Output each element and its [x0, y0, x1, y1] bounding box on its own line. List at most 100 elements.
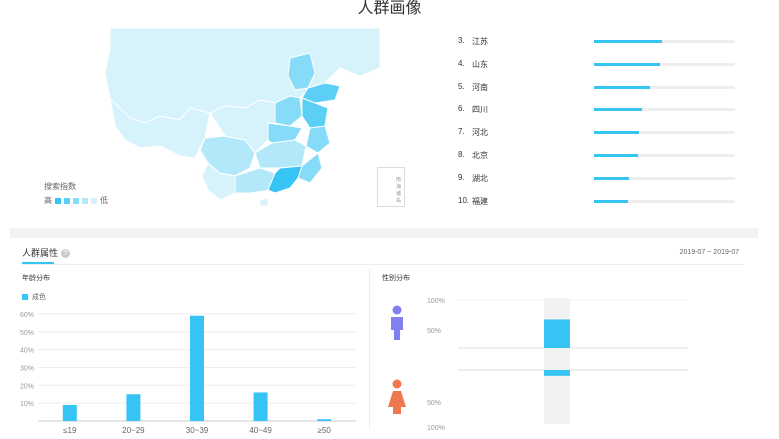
age-bar	[253, 392, 268, 421]
ranking-track	[594, 131, 735, 135]
age-bar	[317, 419, 332, 421]
attributes-tab[interactable]: 人群属性?	[22, 246, 71, 259]
y-tick-label: 50%	[427, 328, 441, 335]
female-icon	[388, 379, 406, 414]
gender-bar-chart: 100% 50% 50% 100%	[388, 298, 688, 432]
y-tick-label: 100%	[427, 298, 445, 305]
ranking-track	[594, 154, 735, 157]
male-bar	[544, 319, 570, 348]
ranking-number: 6.	[458, 104, 465, 114]
x-tick-label: 30~39	[186, 426, 209, 435]
ranking-row[interactable]: 7. 河北	[458, 125, 748, 139]
map-hainan	[259, 197, 269, 207]
map-hubei	[267, 122, 303, 144]
male-icon-body	[391, 317, 403, 340]
legend-title: 搜索指数	[44, 182, 76, 191]
region-panel: 搜索指数 高 低 南海 诸岛 3. 江苏 4. 山东 5. 河南 6. 四川 7. 河北 8. 北京 9…	[10, 28, 758, 228]
gender-section-title: 性别分布	[382, 275, 410, 282]
ranking-bar	[594, 176, 630, 180]
ranking-track	[594, 199, 735, 203]
ranking-number: 4.	[458, 58, 465, 68]
ranking-number: 10.	[458, 195, 470, 205]
ranking-province: 江苏	[472, 37, 488, 46]
ranking-track	[594, 40, 735, 43]
legend-low: 低	[100, 196, 108, 205]
map-jiangsu	[301, 97, 329, 129]
legend-swatch	[64, 197, 70, 204]
ranking-track	[594, 108, 735, 112]
y-tick-label: 10%	[20, 401, 34, 408]
age-section-title: 年龄分布	[22, 275, 50, 282]
legend-high: 高	[44, 196, 52, 205]
y-tick-label: 50%	[20, 330, 34, 337]
ranking-row[interactable]: 6. 四川	[458, 102, 748, 116]
south-sea-inset: 南海 诸岛	[377, 167, 405, 207]
y-tick-label: 20%	[20, 383, 34, 390]
age-legend-label: 成色	[32, 294, 46, 301]
question-icon[interactable]: ?	[61, 249, 71, 259]
ranking-bar	[594, 131, 640, 135]
map-zhejiang	[305, 125, 331, 154]
y-tick-label: 30%	[20, 365, 34, 372]
ranking-row[interactable]: 5. 河南	[458, 80, 748, 94]
inset-label: 南海 诸岛	[396, 177, 402, 204]
ranking-bar	[594, 108, 642, 112]
legend-swatch	[82, 197, 88, 204]
ranking-province: 福建	[472, 196, 488, 206]
ranking-bar	[594, 154, 638, 157]
map-legend: 搜索指数 高 低	[44, 181, 108, 206]
ranking-row[interactable]: 3. 江苏	[458, 34, 748, 48]
ranking-number: 8.	[458, 150, 465, 159]
x-tick-label: 40~49	[249, 426, 272, 435]
ranking-bar	[594, 40, 662, 43]
ranking-track	[594, 176, 735, 180]
vertical-divider	[369, 268, 370, 430]
ranking-province: 湖北	[472, 173, 488, 183]
age-bar-chart: 10% 20% 30% 40% 50% 60% ≤19 20~29 30~39 40~49 ≥50	[20, 312, 356, 435]
age-legend: 成色	[22, 292, 46, 302]
female-icon-head	[392, 379, 402, 389]
female-icon-body	[388, 391, 406, 414]
china-map[interactable]: 搜索指数 高 低	[10, 28, 380, 228]
ranking-number: 7.	[458, 127, 465, 137]
male-icon-head	[392, 305, 402, 315]
age-bar	[62, 404, 77, 421]
page-title: 人群画像	[357, 0, 422, 17]
tab-bottom-border	[22, 264, 744, 265]
ranking-row[interactable]: 10. 福建	[458, 194, 748, 208]
attributes-tab-label: 人群属性	[22, 248, 59, 258]
ranking-row[interactable]: 4. 山东	[458, 57, 748, 71]
x-tick-label: 20~29	[122, 426, 145, 435]
legend-swatch	[73, 197, 79, 204]
ranking-track	[594, 85, 735, 89]
male-icon	[391, 305, 403, 340]
ranking-number: 3.	[458, 36, 465, 45]
female-bar	[544, 370, 570, 376]
age-bar	[126, 394, 141, 421]
ranking-number: 5.	[458, 81, 465, 91]
date-range: 2019-07 ~ 2019-07	[679, 249, 739, 256]
legend-swatch	[55, 197, 61, 204]
ranking-track	[594, 62, 735, 66]
ranking-province: 四川	[472, 105, 488, 115]
map-guangdong	[267, 165, 303, 194]
ranking-bar	[594, 85, 651, 89]
ranking-province: 山东	[472, 59, 488, 69]
ranking-province: 河北	[472, 128, 488, 138]
y-tick-label: 60%	[20, 312, 34, 319]
gender-bar-bg	[544, 298, 570, 424]
ranking-row[interactable]: 9. 湖北	[458, 171, 748, 185]
x-tick-label: ≤19	[63, 426, 77, 435]
age-bar	[190, 315, 204, 421]
y-tick-label: 50%	[427, 400, 441, 407]
x-tick-label: ≥50	[318, 426, 332, 435]
legend-swatch	[91, 197, 97, 204]
ranking-number: 9.	[458, 172, 465, 182]
y-tick-label: 100%	[427, 425, 445, 432]
ranking-province: 北京	[472, 151, 488, 160]
y-tick-label: 40%	[20, 348, 34, 355]
ranking-row[interactable]: 8. 北京	[458, 148, 748, 162]
ranking-bar	[594, 199, 628, 203]
section-divider	[10, 228, 758, 238]
age-legend-swatch	[22, 294, 28, 300]
